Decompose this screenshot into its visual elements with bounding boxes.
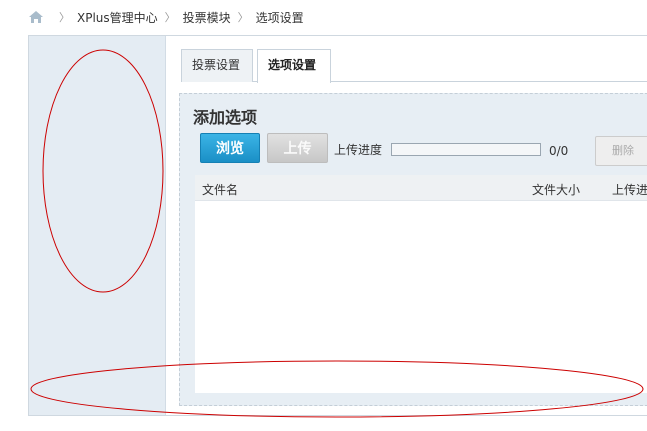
column-header-file-name: 文件名 — [202, 183, 239, 197]
chevron-right-icon: 〉 — [59, 11, 70, 24]
tab-bar: 投票设置 选项设置 — [181, 48, 647, 83]
tab-vote-settings[interactable]: 投票设置 — [181, 49, 253, 82]
chevron-right-icon: 〉 — [164, 11, 176, 24]
chevron-right-icon: 〉 — [237, 11, 249, 24]
column-header-upload-progress: 上传进度 — [612, 183, 647, 197]
home-icon[interactable] — [28, 10, 44, 24]
upload-button[interactable]: 上传 — [267, 133, 328, 163]
breadcrumb-item-home[interactable]: XPlus管理中心 — [77, 9, 158, 26]
upload-progress-bar — [391, 143, 541, 156]
sidebar — [29, 36, 166, 415]
file-table-header: 文件名 文件大小 上传进度 — [195, 175, 647, 201]
panel-title: 添加选项 — [193, 108, 258, 127]
file-table: 文件名 文件大小 上传进度 — [195, 175, 647, 393]
breadcrumb-item-vote-module[interactable]: 投票模块 — [183, 9, 231, 26]
browse-button[interactable]: 浏览 — [200, 133, 260, 163]
upload-progress-label: 上传进度 — [334, 143, 383, 157]
breadcrumb: 〉 XPlus管理中心 〉 投票模块 〉 选项设置 — [0, 0, 647, 34]
upload-progress-count: 0/0 — [549, 144, 569, 158]
content-area: 投票设置 选项设置 添加选项 浏览 上传 上传进度 0/0 删除 文件名 文件大… — [167, 36, 647, 415]
delete-button[interactable]: 删除 — [595, 136, 647, 166]
column-header-file-size: 文件大小 — [532, 183, 581, 197]
breadcrumb-item-current: 选项设置 — [255, 10, 304, 25]
add-option-panel: 添加选项 浏览 上传 上传进度 0/0 删除 文件名 文件大小 上传进度 — [179, 93, 647, 406]
tab-option-settings[interactable]: 选项设置 — [257, 49, 331, 83]
main-frame: 投票设置 选项设置 添加选项 浏览 上传 上传进度 0/0 删除 文件名 文件大… — [28, 35, 647, 416]
